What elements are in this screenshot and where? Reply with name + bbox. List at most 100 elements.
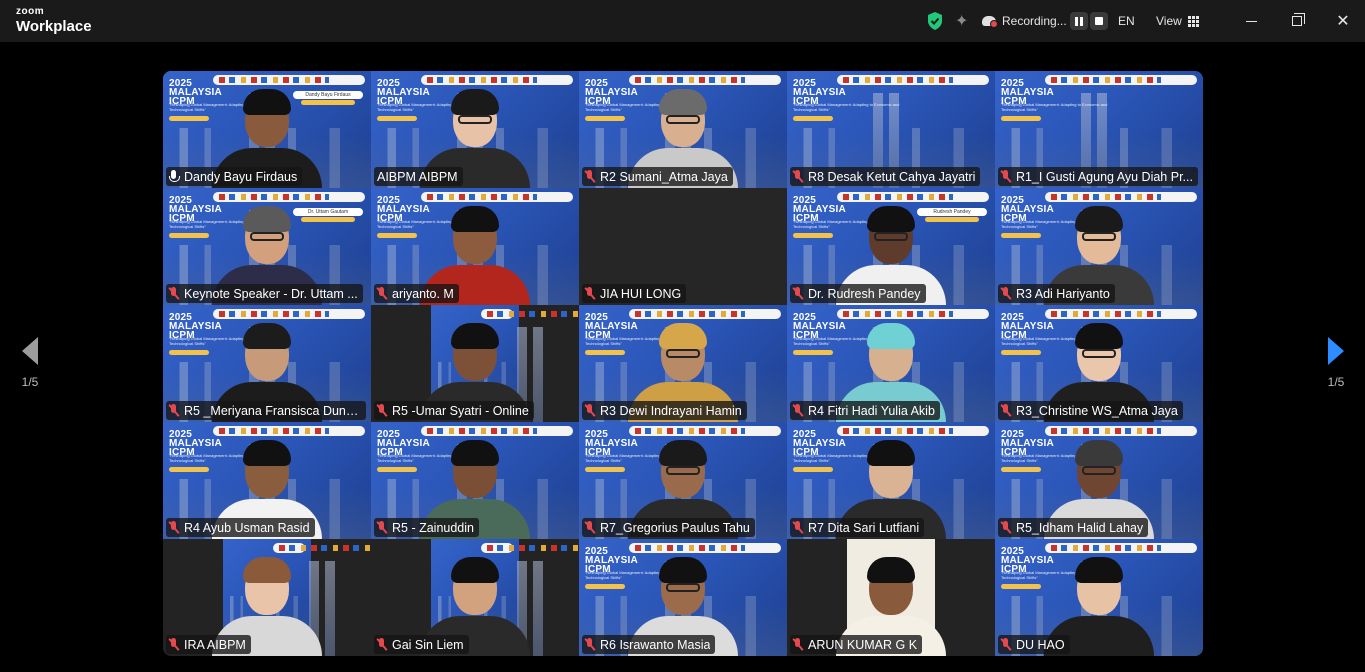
participant-name: R3 Dewi Indrayani Hamin — [600, 403, 742, 418]
participant-name-label: R4 Ayub Usman Rasid — [166, 518, 315, 537]
conference-subtitle: "Reshaping Global Management: Adapting t… — [1001, 102, 1108, 112]
video-gallery: 2025 MALAYSIA ICPM "Reshaping Global Manage… — [163, 71, 1203, 656]
participant-tile[interactable]: 2025 MALAYSIA ICPM "Reshaping Global Manage… — [579, 71, 787, 188]
conference-date-badge — [169, 116, 209, 121]
participant-name-label: R5_Idham Halid Lahay — [998, 518, 1149, 537]
participant-name-label: R7 Dita Sari Lutfiani — [790, 518, 925, 537]
mic-muted-icon — [377, 287, 387, 300]
participant-name-label: AIBPM AIBPM — [374, 167, 463, 186]
conference-date-badge — [793, 467, 833, 472]
conference-date-badge — [585, 116, 625, 121]
mic-muted-icon — [1001, 170, 1011, 183]
mic-muted-icon — [793, 287, 803, 300]
conference-date-badge — [377, 467, 417, 472]
restore-button[interactable] — [1274, 0, 1320, 42]
participant-name-label: Keynote Speaker - Dr. Uttam ... — [166, 284, 363, 303]
participant-name: R2 Sumani_Atma Jaya — [600, 169, 728, 184]
participant-tile[interactable]: Gai Sin Liem — [371, 539, 579, 656]
conference-date-badge — [585, 350, 625, 355]
participant-tile[interactable]: 2025 MALAYSIA ICPM "Reshaping Global Manage… — [163, 305, 371, 422]
mic-muted-icon — [1001, 638, 1011, 651]
participant-tile[interactable]: JIA HUI LONG — [579, 188, 787, 305]
participant-name: R5 - Zainuddin — [392, 520, 474, 535]
participant-tile[interactable]: 2025 MALAYSIA ICPM "Reshaping Global Manage… — [579, 305, 787, 422]
participant-name-label: R3 Adi Hariyanto — [998, 284, 1115, 303]
ai-companion-icon[interactable]: ✦ — [955, 0, 968, 42]
app-logo: zoom Workplace — [16, 6, 92, 35]
participant-tile[interactable]: 2025 MALAYSIA ICPM "Reshaping Global Manage… — [995, 422, 1203, 539]
recording-indicator[interactable]: Recording... — [982, 0, 1067, 42]
mic-muted-icon — [377, 638, 387, 651]
participant-tile[interactable]: 2025 MALAYSIA ICPM "Reshaping Global Manage… — [787, 305, 995, 422]
participant-tile[interactable]: 2025 MALAYSIA ICPM "Reshaping Global Manage… — [579, 422, 787, 539]
conference-date-badge — [585, 584, 625, 589]
view-button[interactable]: View — [1156, 0, 1199, 42]
mic-muted-icon — [585, 170, 595, 183]
participant-tile[interactable]: 2025 MALAYSIA ICPM "Reshaping Global Manage… — [995, 305, 1203, 422]
participant-name: IRA AIBPM — [184, 637, 246, 652]
brand-zoom: zoom — [16, 6, 45, 17]
conference-date-badge — [1001, 233, 1041, 238]
participant-tile[interactable]: 2025 MALAYSIA ICPM "Reshaping Global Manage… — [579, 539, 787, 656]
participant-name-label: R4 Fitri Hadi Yulia Akib — [790, 401, 940, 420]
participant-name-label: ariyanto. M — [374, 284, 459, 303]
mic-muted-icon — [169, 521, 179, 534]
conference-date-badge — [169, 350, 209, 355]
mic-muted-icon — [793, 170, 803, 183]
participant-tile[interactable]: 2025 MALAYSIA ICPM "Reshaping Global Manage… — [371, 71, 579, 188]
page-indicator-left: 1/5 — [21, 375, 39, 389]
participant-name-label: R8 Desak Ketut Cahya Jayatri — [790, 167, 981, 186]
participant-tile[interactable]: 2025 MALAYSIA ICPM "Reshaping Global Manage… — [163, 188, 371, 305]
participant-name-label: ARUN KUMAR G K — [790, 635, 923, 654]
minimize-button[interactable] — [1228, 0, 1274, 42]
participant-tile[interactable]: 2025 MALAYSIA ICPM "Reshaping Global Manage… — [995, 539, 1203, 656]
conference-date-badge — [1001, 584, 1041, 589]
participant-tile[interactable]: 2025 MALAYSIA ICPM "Reshaping Global Manage… — [995, 188, 1203, 305]
participant-tile[interactable]: 2025 MALAYSIA ICPM "Reshaping Global Manage… — [371, 188, 579, 305]
mic-muted-icon — [377, 404, 387, 417]
participant-tile[interactable]: 2025 MALAYSIA ICPM "Reshaping Global Manage… — [995, 71, 1203, 188]
conference-date-badge — [169, 233, 209, 238]
cloud-recording-icon — [982, 16, 998, 28]
page-indicator-right: 1/5 — [1327, 375, 1345, 389]
conference-date-badge — [793, 233, 833, 238]
stop-recording-button[interactable] — [1090, 0, 1108, 42]
participant-name: AIBPM AIBPM — [377, 169, 458, 184]
next-page-button[interactable]: 1/5 — [1306, 318, 1365, 408]
participant-tile[interactable]: 2025 MALAYSIA ICPM "Reshaping Global Manage… — [371, 422, 579, 539]
mic-muted-icon — [1001, 521, 1011, 534]
participant-name: R7 Dita Sari Lutfiani — [808, 520, 920, 535]
participant-name: Dandy Bayu Firdaus — [184, 169, 298, 184]
participant-name-label: Gai Sin Liem — [374, 635, 469, 654]
participant-name: R5 _Meriyana Fransisca Dung... — [184, 403, 361, 418]
participant-name: JIA HUI LONG — [600, 286, 682, 301]
participant-name-label: R3 Dewi Indrayani Hamin — [582, 401, 747, 420]
participant-tile[interactable]: R5 -Umar Syatri - Online — [371, 305, 579, 422]
mic-muted-icon — [1001, 287, 1011, 300]
close-button[interactable]: ✕ — [1320, 0, 1365, 42]
participant-name-label: R5 -Umar Syatri - Online — [374, 401, 534, 420]
pause-recording-button[interactable] — [1070, 0, 1088, 42]
participant-tile[interactable]: 2025 MALAYSIA ICPM "Reshaping Global Manage… — [787, 188, 995, 305]
mic-icon — [169, 170, 180, 183]
participant-name-label: Dr. Rudresh Pandey — [790, 284, 926, 303]
participant-name: Gai Sin Liem — [392, 637, 464, 652]
participant-name: DU HAO — [1016, 637, 1065, 652]
participant-tile[interactable]: 2025 MALAYSIA ICPM "Reshaping Global Manage… — [163, 422, 371, 539]
language-button[interactable]: EN — [1118, 0, 1135, 42]
participant-name: R1_I Gusti Agung Ayu Diah Pr... — [1016, 169, 1193, 184]
mic-muted-icon — [585, 521, 595, 534]
participant-name-label: IRA AIBPM — [166, 635, 251, 654]
participant-tile[interactable]: 2025 MALAYSIA ICPM "Reshaping Global Manage… — [163, 71, 371, 188]
participant-name-label: R7_Gregorius Paulus Tahu — [582, 518, 755, 537]
conference-date-badge — [1001, 116, 1041, 121]
conference-date-badge — [793, 350, 833, 355]
participant-tile[interactable]: IRA AIBPM — [163, 539, 371, 656]
participant-name: Dr. Rudresh Pandey — [808, 286, 921, 301]
participant-tile[interactable]: 2025 MALAYSIA ICPM "Reshaping Global Manage… — [787, 71, 995, 188]
participant-tile[interactable]: 2025 MALAYSIA ICPM "Reshaping Global Manage… — [787, 422, 995, 539]
encryption-shield-icon[interactable] — [926, 0, 944, 42]
previous-page-button[interactable]: 1/5 — [0, 318, 60, 408]
participant-tile[interactable]: ARUN KUMAR G K — [787, 539, 995, 656]
mic-muted-icon — [169, 404, 179, 417]
